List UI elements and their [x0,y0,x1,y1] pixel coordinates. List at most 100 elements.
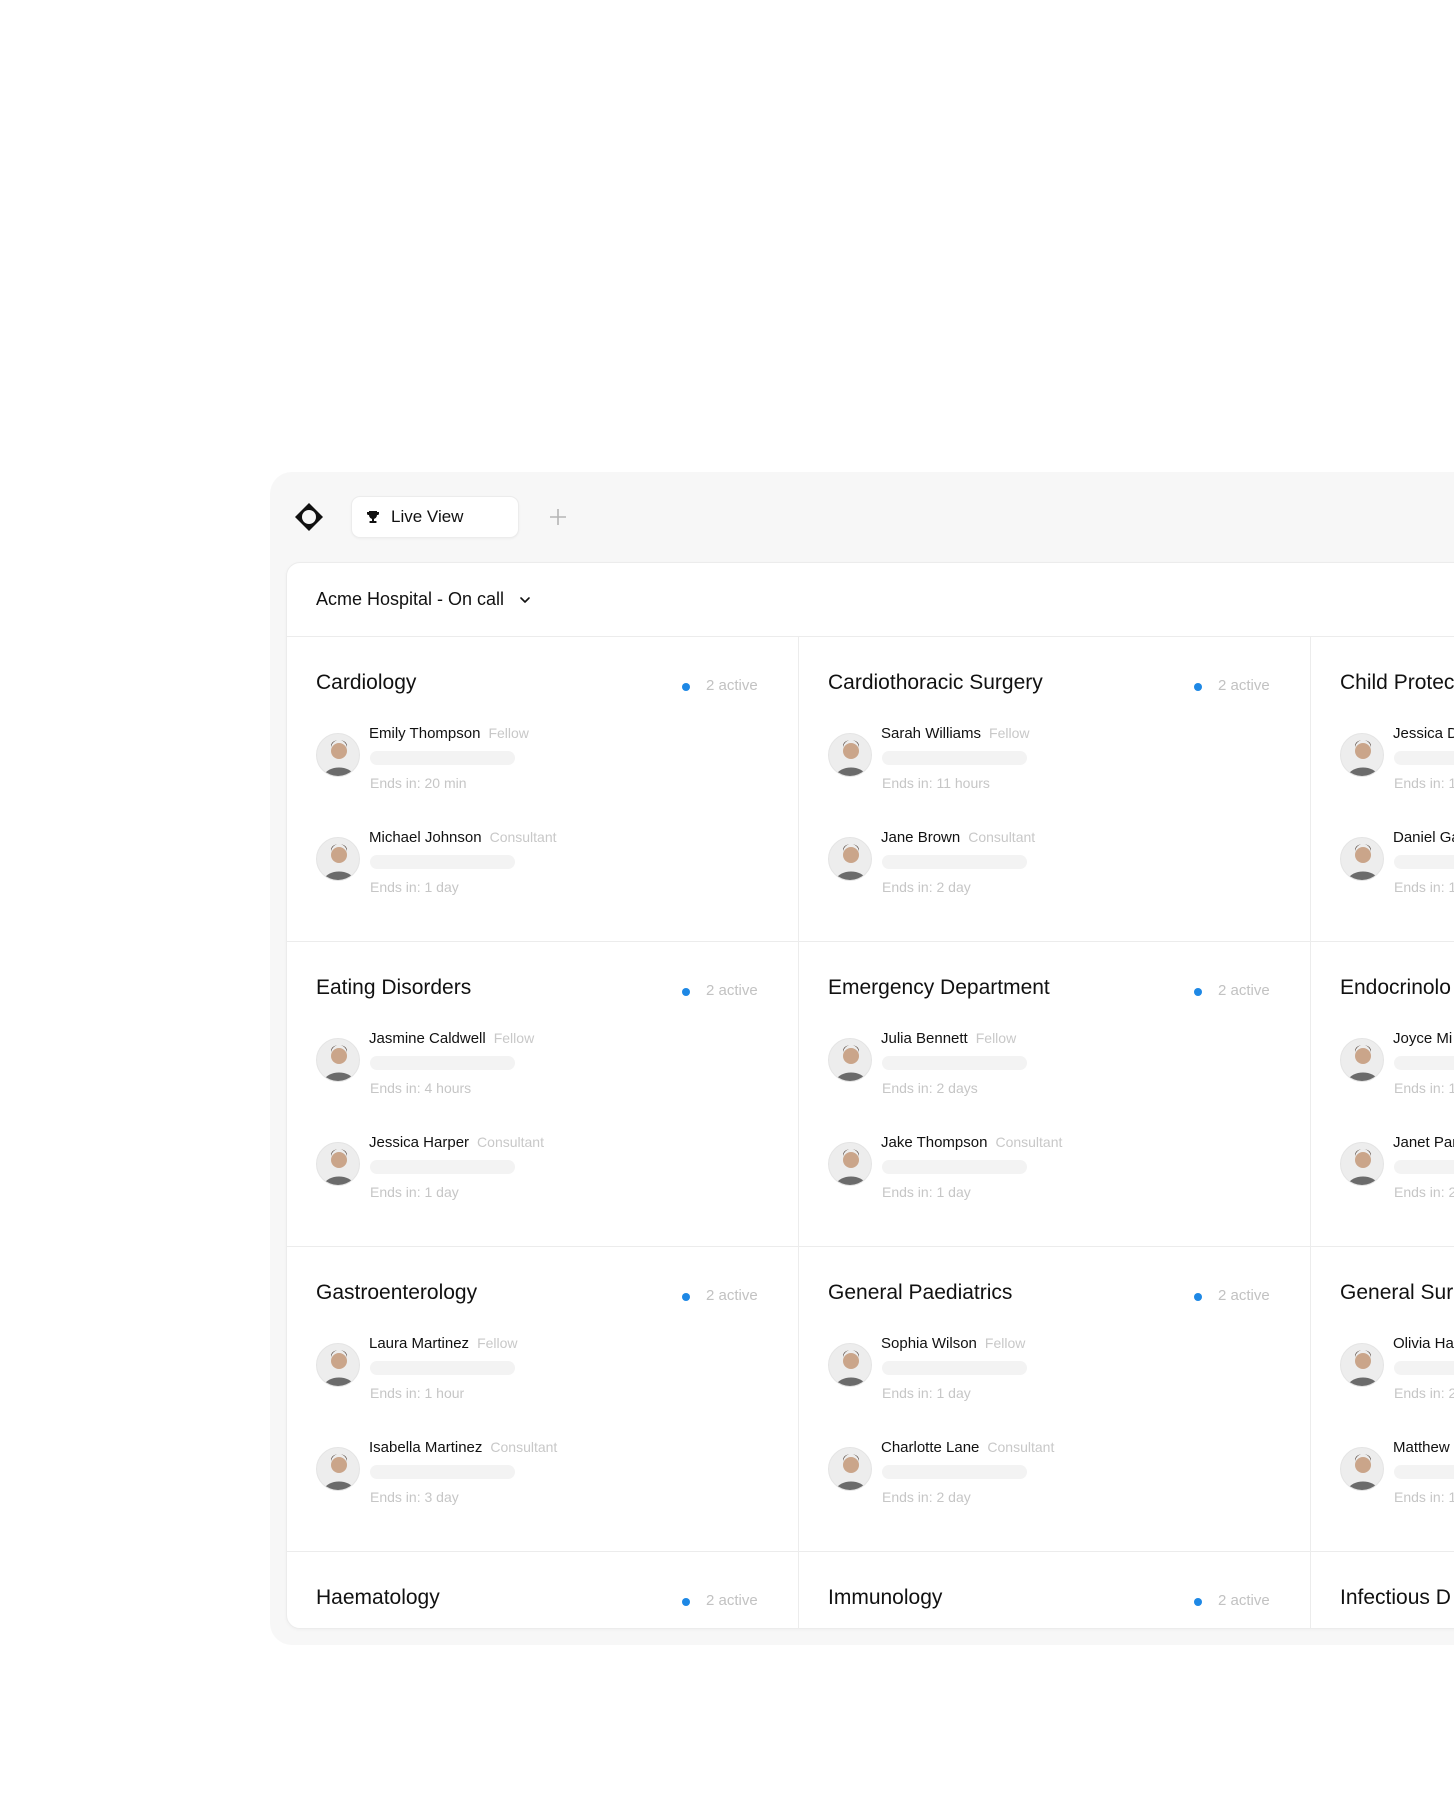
loading-placeholder [370,751,515,765]
shift-ends: Ends in: 1 hour [370,1385,465,1401]
avatar [828,1447,872,1491]
staff-item[interactable]: Charlotte Lane Consultant Ends in: 2 day [828,1439,1268,1529]
department-name: Child Protec [1340,671,1454,694]
department-name: General Paediatrics [828,1281,1013,1304]
avatar [316,733,360,777]
loading-placeholder [370,1056,515,1070]
department-card[interactable]: Cardiothoracic Surgery 2 active Sarah Wi… [799,637,1311,942]
department-name: Immunology [828,1586,943,1609]
loading-placeholder [882,1465,1027,1479]
shift-ends: Ends in: 20 min [370,775,467,791]
active-count: 2 active [706,1287,758,1304]
staff-item[interactable]: Olivia Har Ends in: 2 [1340,1335,1454,1425]
department-name: Cardiothoracic Surgery [828,671,1043,694]
loading-placeholder [1394,855,1454,869]
department-name: General Surg [1340,1281,1454,1304]
department-card[interactable]: General Paediatrics 2 active Sophia Wils… [799,1247,1311,1552]
add-tab-icon[interactable] [548,507,568,527]
staff-role: Consultant [489,829,557,845]
hospital-selector[interactable]: Acme Hospital - On call [287,563,1454,637]
department-card[interactable]: General Surg Olivia Har Ends in: 2 Matth… [1311,1247,1454,1552]
department-card[interactable]: Gastroenterology 2 active Laura Martinez… [287,1247,799,1552]
loading-placeholder [370,1160,515,1174]
staff-item[interactable]: Joyce Mi Ends in: 1 [1340,1030,1454,1120]
shift-ends: Ends in: 2 days [882,1080,978,1096]
staff-item[interactable]: Daniel Ga Ends in: 1 [1340,829,1454,919]
logo-icon [295,503,323,531]
staff-name: Jessica Harper [369,1134,470,1151]
staff-role: Fellow [488,725,529,741]
staff-name: Jasmine Caldwell [369,1030,486,1047]
shift-ends: Ends in: 2 [1394,1184,1454,1200]
avatar [828,1142,872,1186]
shift-ends: Ends in: 1 day [370,879,459,895]
staff-item[interactable]: Jake Thompson Consultant Ends in: 1 day [828,1134,1268,1224]
department-card[interactable]: Eating Disorders 2 active Jasmine Caldwe… [287,942,799,1247]
loading-placeholder [1394,751,1454,765]
avatar-person-icon [323,1045,355,1081]
active-count: 2 active [1218,982,1270,999]
staff-item[interactable]: Sophia Wilson Fellow Ends in: 1 day [828,1335,1268,1425]
active-count: 2 active [1218,677,1270,694]
staff-item[interactable]: Jasmine Caldwell Fellow Ends in: 4 hours [316,1030,756,1120]
shift-ends: Ends in: 1 day [882,1385,971,1401]
staff-role: Consultant [477,1134,544,1150]
staff-item[interactable]: Janet Par Ends in: 2 [1340,1134,1454,1224]
loading-placeholder [1394,1056,1454,1070]
avatar [1340,837,1384,881]
active-count: 2 active [706,1592,758,1609]
active-status-dot [682,683,690,691]
staff-item[interactable]: Michael Johnson Consultant Ends in: 1 day [316,829,756,919]
staff-item[interactable]: Sarah Williams Fellow Ends in: 11 hours [828,725,1268,815]
avatar-person-icon [323,1454,355,1490]
loading-placeholder [370,1465,515,1479]
staff-item[interactable]: Jane Brown Consultant Ends in: 2 day [828,829,1268,919]
avatar [1340,1447,1384,1491]
department-card[interactable]: Haematology 2 active [287,1552,799,1628]
staff-role: Consultant [490,1439,558,1455]
department-card[interactable]: Emergency Department 2 active Julia Benn… [799,942,1311,1247]
avatar [1340,733,1384,777]
department-name: Infectious D [1340,1586,1451,1609]
staff-role: Fellow [989,725,1030,741]
staff-item[interactable]: Emily Thompson Fellow Ends in: 20 min [316,725,756,815]
department-card[interactable]: Child Protec Jessica D Ends in: 1 Daniel… [1311,637,1454,942]
staff-item[interactable]: Matthew Ends in: 1 [1340,1439,1454,1529]
staff-item[interactable]: Laura Martinez Fellow Ends in: 1 hour [316,1335,756,1425]
staff-name: Michael Johnson [369,829,482,846]
staff-name: Emily Thompson [369,725,481,742]
department-card[interactable]: Immunology 2 active [799,1552,1311,1628]
avatar-person-icon [1347,1454,1379,1490]
avatar-person-icon [1347,1350,1379,1386]
department-card[interactable]: Endocrinolo Joyce Mi Ends in: 1 Janet Pa… [1311,942,1454,1247]
staff-item[interactable]: Julia Bennett Fellow Ends in: 2 days [828,1030,1268,1120]
shift-ends: Ends in: 1 day [882,1184,971,1200]
department-name: Haematology [316,1586,440,1609]
loading-placeholder [882,1056,1027,1070]
tab-live-view[interactable]: Live View [351,496,519,538]
shift-ends: Ends in: 1 [1394,1080,1454,1096]
active-count: 2 active [1218,1592,1270,1609]
avatar-person-icon [835,1454,867,1490]
staff-item[interactable]: Isabella Martinez Consultant Ends in: 3 d… [316,1439,756,1529]
department-card[interactable]: Cardiology 2 active Emily Thompson Fellow… [287,637,799,942]
staff-name: Joyce Mi [1393,1030,1453,1047]
shift-ends: Ends in: 1 [1394,1489,1454,1505]
staff-name: Sophia Wilson [881,1335,977,1352]
active-count: 2 active [706,677,758,694]
chevron-down-icon [520,596,530,603]
avatar-person-icon [323,844,355,880]
staff-item[interactable]: Jessica Harper Consultant Ends in: 1 day [316,1134,756,1224]
loading-placeholder [370,1361,515,1375]
loading-placeholder [370,855,515,869]
department-card[interactable]: Infectious D [1311,1552,1454,1628]
active-status-dot [1194,1598,1202,1606]
staff-name: Jake Thompson [881,1134,988,1151]
loading-placeholder [882,751,1027,765]
staff-role: Fellow [477,1335,518,1351]
staff-name: Jane Brown [881,829,961,846]
staff-item[interactable]: Jessica D Ends in: 1 [1340,725,1454,815]
active-count: 2 active [706,982,758,999]
loading-placeholder [882,1160,1027,1174]
avatar [1340,1343,1384,1387]
